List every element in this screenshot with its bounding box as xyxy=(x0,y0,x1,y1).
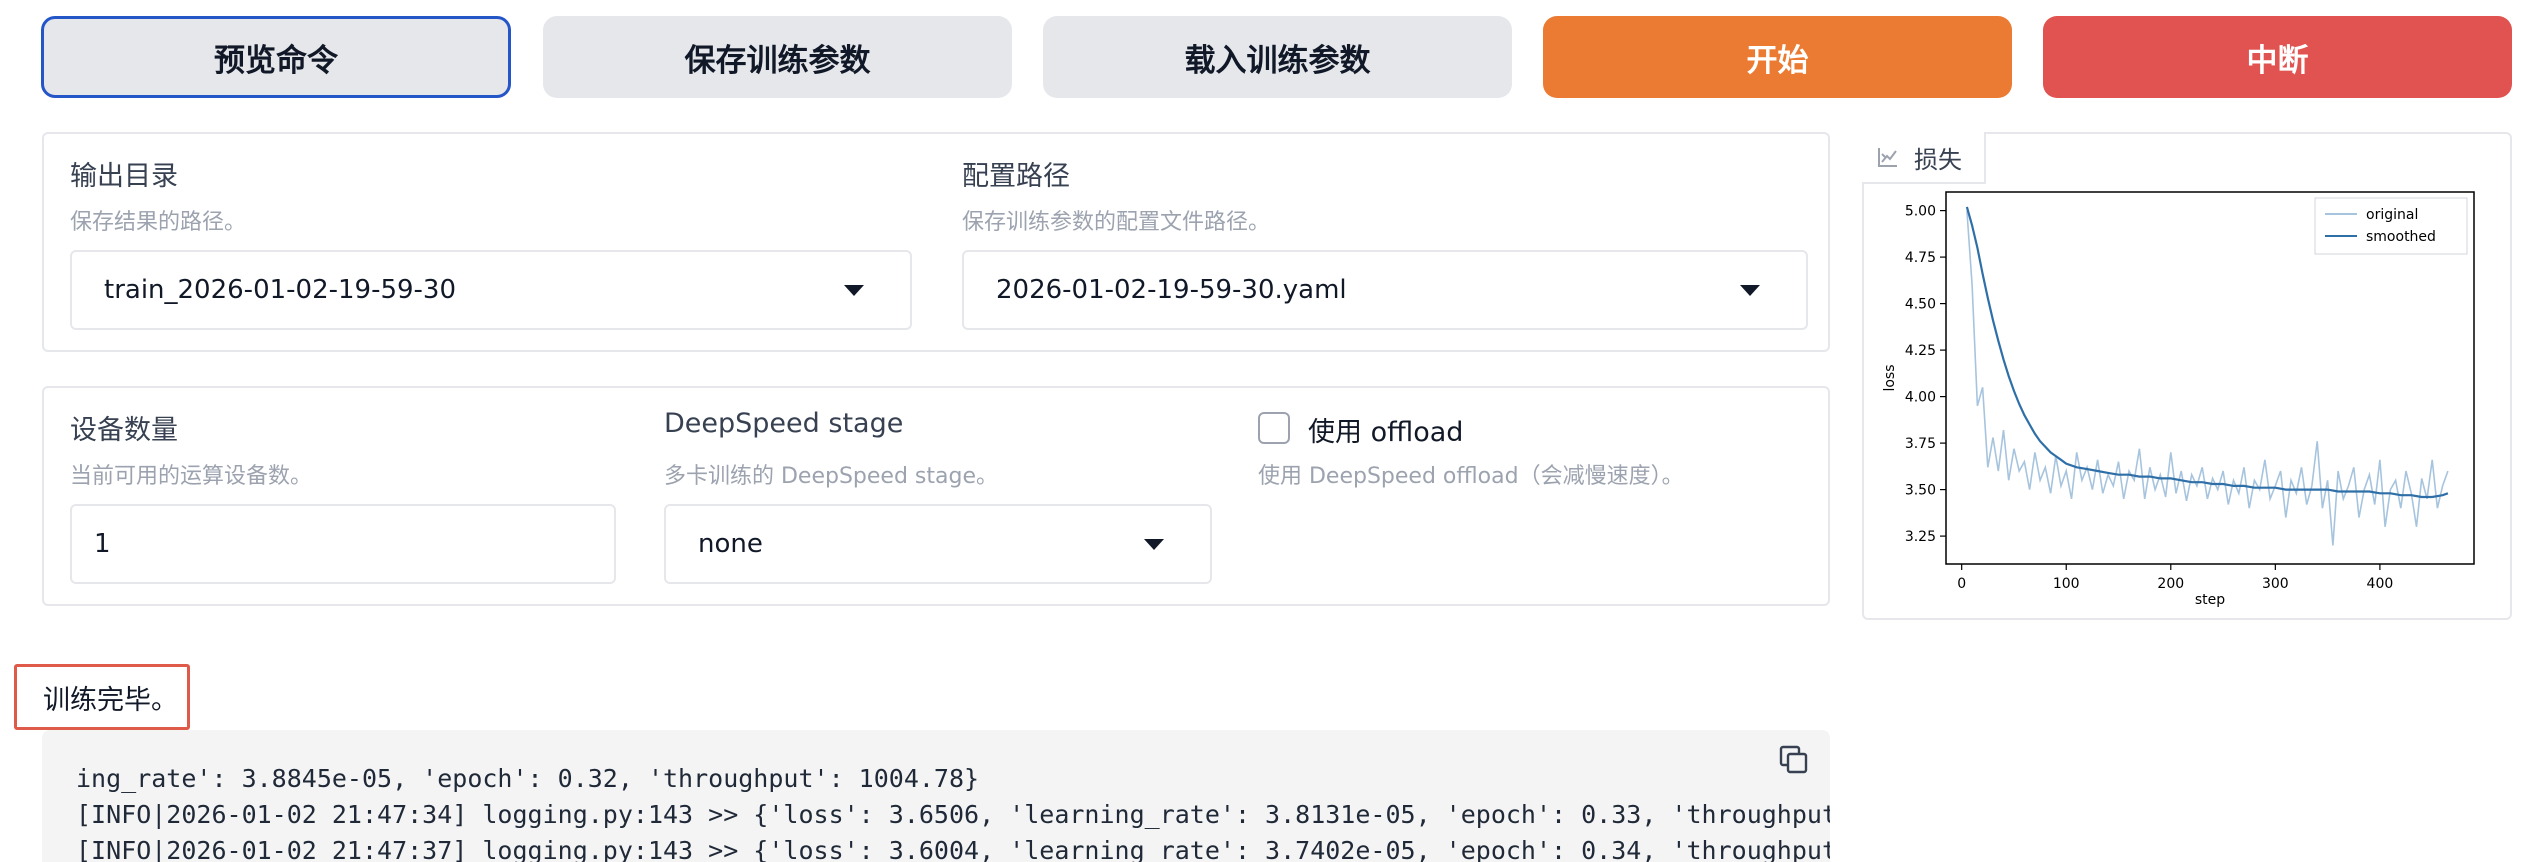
chevron-down-icon xyxy=(844,284,864,296)
x-axis-label: step xyxy=(2195,592,2225,608)
log-line: ing_rate': 3.8845e-05, 'epoch': 0.32, 't… xyxy=(76,764,980,793)
y-tick-label: 3.25 xyxy=(1905,529,1936,545)
preview-command-button[interactable]: 预览命令 xyxy=(41,16,511,98)
loss-plot-tab: 损失 xyxy=(1862,132,1986,184)
x-tick-label: 100 xyxy=(2053,576,2080,592)
config-path-dropdown[interactable]: 2026-01-02-19-59-30.yaml xyxy=(962,250,1808,330)
x-tick-label: 400 xyxy=(2367,576,2394,592)
device-count-label: 设备数量 xyxy=(70,415,178,446)
chevron-down-icon xyxy=(1740,284,1760,296)
log-line: [INFO|2026-01-02 21:47:37] logging.py:14… xyxy=(76,836,1830,862)
chart-icon xyxy=(1878,148,1897,167)
y-tick-label: 4.00 xyxy=(1905,390,1936,406)
legend-smoothed-label: smoothed xyxy=(2366,229,2436,245)
offload-info: 使用 DeepSpeed offload（会减慢速度）。 xyxy=(1258,464,1684,489)
output-dir-dropdown[interactable]: train_2026-01-02-19-59-30 xyxy=(70,250,912,330)
abort-button[interactable]: 中断 xyxy=(2043,16,2512,98)
copy-icon[interactable] xyxy=(1778,744,1810,776)
y-tick-label: 5.00 xyxy=(1905,204,1936,220)
status-message: 训练完毕。 xyxy=(14,664,190,730)
log-line: [INFO|2026-01-02 21:47:34] logging.py:14… xyxy=(76,800,1830,829)
offload-label[interactable]: 使用 offload xyxy=(1308,410,1463,449)
config-path-value: 2026-01-02-19-59-30.yaml xyxy=(996,275,1347,305)
y-tick-label: 3.50 xyxy=(1905,483,1936,499)
y-tick-label: 4.25 xyxy=(1905,343,1936,359)
config-path-info: 保存训练参数的配置文件路径。 xyxy=(962,210,1271,235)
y-axis-label: loss xyxy=(1882,364,1898,391)
y-tick-label: 3.75 xyxy=(1905,436,1936,452)
device-count-info: 当前可用的运算设备数。 xyxy=(70,464,313,489)
legend: original smoothed xyxy=(2314,197,2468,255)
y-tick-label: 4.50 xyxy=(1905,297,1936,313)
device-count-input[interactable]: 1 xyxy=(70,504,616,584)
save-params-button[interactable]: 保存训练参数 xyxy=(543,16,1012,98)
x-tick-label: 200 xyxy=(2157,576,2184,592)
log-console: ing_rate': 3.8845e-05, 'epoch': 0.32, 't… xyxy=(42,730,1830,862)
deepspeed-stage-dropdown[interactable]: none xyxy=(664,504,1212,584)
x-tick-label: 300 xyxy=(2262,576,2289,592)
deepspeed-stage-value: none xyxy=(698,529,763,559)
config-path-label: 配置路径 xyxy=(962,161,1070,192)
deepspeed-stage-info: 多卡训练的 DeepSpeed stage。 xyxy=(664,464,998,489)
legend-original-label: original xyxy=(2366,207,2418,223)
loss-plot-tab-label: 损失 xyxy=(1914,145,1962,174)
device-count-value: 1 xyxy=(94,529,111,559)
load-params-button[interactable]: 载入训练参数 xyxy=(1043,16,1512,98)
status-text: 训练完毕。 xyxy=(43,684,178,716)
chevron-down-icon xyxy=(1144,538,1164,550)
output-dir-value: train_2026-01-02-19-59-30 xyxy=(104,275,457,305)
y-tick-label: 4.75 xyxy=(1905,250,1936,266)
offload-checkbox[interactable] xyxy=(1258,412,1290,444)
loss-chart: 0 100 200 300 400 3.25 3.50 3.75 4.00 4.25 4.50 4.7… xyxy=(1882,191,2475,608)
device-settings-panel: 设备数量 当前可用的运算设备数。 1 DeepSpeed stage 多卡训练的… xyxy=(42,386,1830,606)
deepspeed-stage-label: DeepSpeed stage xyxy=(664,408,904,439)
output-dir-label: 输出目录 xyxy=(70,161,178,192)
output-dir-info: 保存结果的路径。 xyxy=(70,210,247,235)
x-tick-label: 0 xyxy=(1957,576,1966,592)
start-button[interactable]: 开始 xyxy=(1543,16,2012,98)
output-config-panel: 输出目录 保存结果的路径。 train_2026-01-02-19-59-30 … xyxy=(42,132,1830,352)
